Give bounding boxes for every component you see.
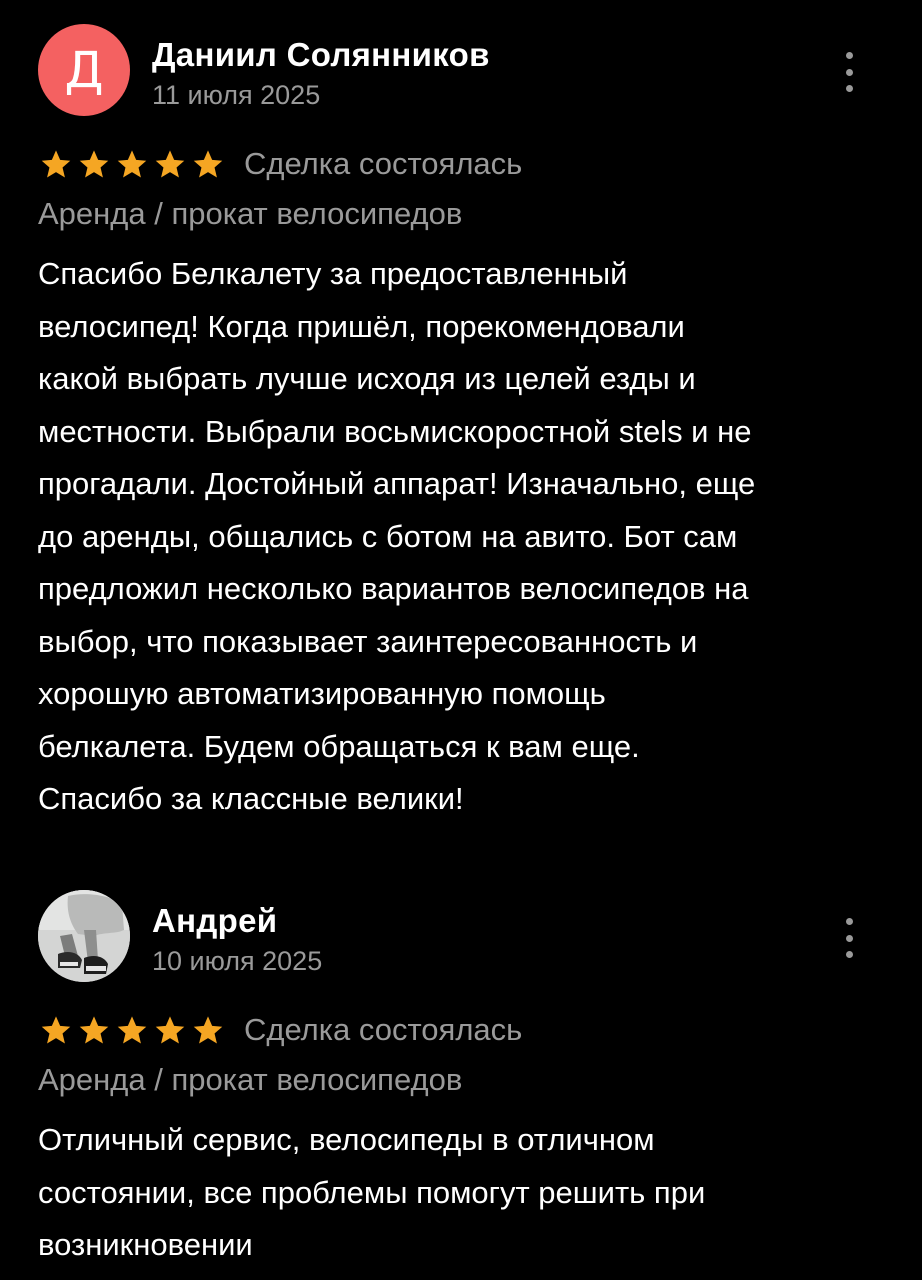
review-text: Спасибо Белкалету за предоставленный вел… [38, 256, 756, 816]
star-icon [41, 1016, 71, 1044]
star-icon [193, 150, 223, 178]
deal-status: Сделка состоялась [244, 1012, 523, 1047]
review-text: Отличный сервис, велосипеды в отличном с… [38, 1122, 706, 1262]
rating-row: Сделка состоялась [40, 1010, 522, 1050]
star-icon [117, 150, 147, 178]
review-date: 11 июля 2025 [152, 80, 321, 110]
star-icon [155, 150, 185, 178]
more-options-button[interactable] [834, 918, 864, 958]
more-vertical-icon [845, 52, 853, 59]
star-icon [155, 1016, 185, 1044]
author-name[interactable]: Даниил Солянников [152, 36, 490, 74]
star-icon [41, 150, 71, 178]
more-options-button[interactable] [834, 52, 864, 92]
star-rating [40, 148, 224, 180]
avatar[interactable]: Д [38, 24, 130, 116]
avatar-photo-icon [38, 890, 130, 982]
star-icon [79, 150, 109, 178]
avatar-letter: Д [64, 41, 104, 99]
star-icon [79, 1016, 109, 1044]
rating-row: Сделка состоялась [40, 144, 522, 184]
star-icon [193, 1016, 223, 1044]
review-date: 10 июля 2025 [152, 946, 323, 976]
review-category: Аренда / прокат велосипедов [38, 1062, 463, 1097]
star-rating [40, 1014, 224, 1046]
star-icon [117, 1016, 147, 1044]
review-category: Аренда / прокат велосипедов [38, 196, 463, 231]
avatar[interactable] [38, 890, 130, 982]
deal-status: Сделка состоялась [244, 146, 523, 181]
more-vertical-icon [845, 918, 853, 925]
author-name[interactable]: Андрей [152, 902, 277, 940]
